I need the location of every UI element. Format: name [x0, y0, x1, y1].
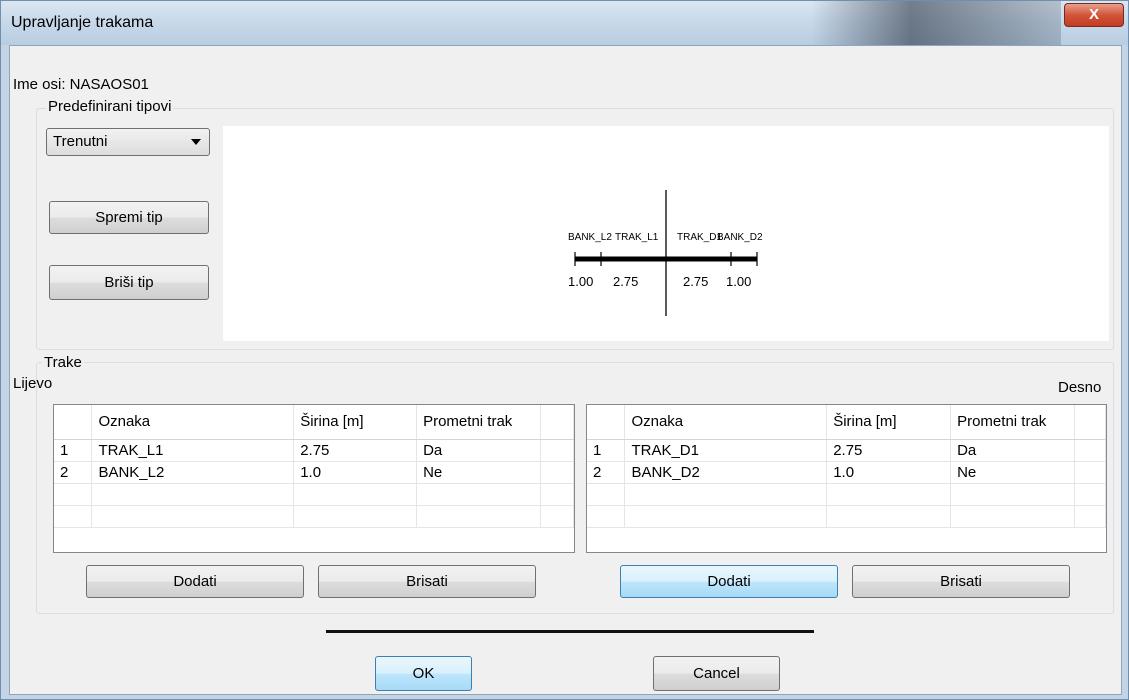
type-select-value: Trenutni — [53, 133, 108, 150]
lane-width-bank-d2: 1.00 — [726, 274, 751, 289]
table-row[interactable]: 1 TRAK_D1 2.75 Da — [587, 439, 1106, 462]
row-number: 2 — [54, 461, 93, 484]
table-row[interactable]: 2 BANK_L2 1.0 Ne — [54, 461, 574, 484]
lane-width-bank-l2: 1.00 — [568, 274, 593, 289]
cell-oznaka[interactable]: BANK_D2 — [624, 461, 828, 484]
cell-oznaka[interactable]: TRAK_D1 — [624, 439, 828, 462]
left-side-label: Lijevo — [13, 375, 53, 392]
table-header-row: Oznaka Širina [m] Prometni trak — [587, 405, 1106, 440]
lane-cross-section-diagram: BANK_L2 TRAK_L1 TRAK_D1 BANK_D2 1.00 2.7… — [568, 190, 763, 316]
cell-prometni[interactable]: Ne — [950, 461, 1076, 484]
axis-name-label: Ime osi: NASAOS01 — [13, 76, 149, 93]
left-delete-button[interactable]: Brisati — [318, 565, 536, 598]
title-bar[interactable]: Upravljanje trakama X — [1, 1, 1128, 45]
chevron-down-icon — [191, 139, 201, 145]
column-header-prometni[interactable]: Prometni trak — [416, 405, 542, 440]
delete-type-button[interactable]: Briši tip — [49, 265, 209, 300]
predefined-types-label: Predefinirani tipovi — [46, 98, 174, 115]
row-number: 1 — [587, 439, 626, 462]
lane-width-trak-d1: 2.75 — [683, 274, 708, 289]
right-lanes-table[interactable]: Oznaka Širina [m] Prometni trak 1 TRAK_D… — [586, 404, 1107, 553]
right-delete-button[interactable]: Brisati — [852, 565, 1070, 598]
lanes-group-label: Trake — [42, 354, 84, 371]
dialog-client-area: Ime osi: NASAOS01 Predefinirani tipovi T… — [9, 45, 1122, 695]
cell-sirina[interactable]: 1.0 — [293, 461, 418, 484]
window-title: Upravljanje trakama — [11, 14, 154, 31]
lane-width-trak-l1: 2.75 — [613, 274, 638, 289]
cell-sirina[interactable]: 1.0 — [826, 461, 952, 484]
separator-line — [326, 630, 814, 633]
ok-button[interactable]: OK — [375, 656, 472, 691]
save-type-button[interactable]: Spremi tip — [49, 201, 209, 234]
row-number: 2 — [587, 461, 626, 484]
table-header-row: Oznaka Širina [m] Prometni trak — [54, 405, 574, 440]
right-side-label: Desno — [1058, 379, 1102, 396]
close-button[interactable]: X — [1064, 3, 1124, 27]
column-header-oznaka[interactable]: Oznaka — [91, 405, 295, 440]
cell-sirina[interactable]: 2.75 — [293, 439, 418, 462]
cancel-button[interactable]: Cancel — [653, 656, 780, 691]
table-row-empty[interactable] — [587, 483, 1106, 506]
column-header-sirina[interactable]: Širina [m] — [826, 405, 952, 440]
column-header-sirina[interactable]: Širina [m] — [293, 405, 418, 440]
lane-label-trak-l1: TRAK_L1 — [615, 232, 659, 243]
lane-label-bank-d2: BANK_D2 — [717, 232, 763, 243]
type-select[interactable]: Trenutni — [46, 128, 210, 156]
left-lanes-table[interactable]: Oznaka Širina [m] Prometni trak 1 TRAK_L… — [53, 404, 575, 553]
cell-sirina[interactable]: 2.75 — [826, 439, 952, 462]
cell-oznaka[interactable]: TRAK_L1 — [91, 439, 295, 462]
table-row-empty[interactable] — [587, 505, 1106, 528]
dialog-window: Upravljanje trakama X Ime osi: NASAOS01 … — [0, 0, 1129, 700]
cell-oznaka[interactable]: BANK_L2 — [91, 461, 295, 484]
table-row-empty[interactable] — [54, 483, 574, 506]
title-bar-background — [811, 1, 1061, 45]
row-number-header — [587, 405, 626, 440]
cell-prometni[interactable]: Da — [416, 439, 542, 462]
lane-label-trak-d1: TRAK_D1 — [677, 232, 722, 243]
lane-label-bank-l2: BANK_L2 — [568, 232, 612, 243]
cell-prometni[interactable]: Da — [950, 439, 1076, 462]
row-number-header — [54, 405, 93, 440]
lane-preview-canvas: BANK_L2 TRAK_L1 TRAK_D1 BANK_D2 1.00 2.7… — [223, 126, 1109, 341]
close-icon: X — [1088, 6, 1099, 23]
table-row-empty[interactable] — [54, 505, 574, 528]
right-add-button[interactable]: Dodati — [620, 565, 838, 598]
table-row[interactable]: 2 BANK_D2 1.0 Ne — [587, 461, 1106, 484]
table-row[interactable]: 1 TRAK_L1 2.75 Da — [54, 439, 574, 462]
row-number: 1 — [54, 439, 93, 462]
column-header-oznaka[interactable]: Oznaka — [624, 405, 828, 440]
cell-prometni[interactable]: Ne — [416, 461, 542, 484]
left-add-button[interactable]: Dodati — [86, 565, 304, 598]
column-header-prometni[interactable]: Prometni trak — [950, 405, 1076, 440]
